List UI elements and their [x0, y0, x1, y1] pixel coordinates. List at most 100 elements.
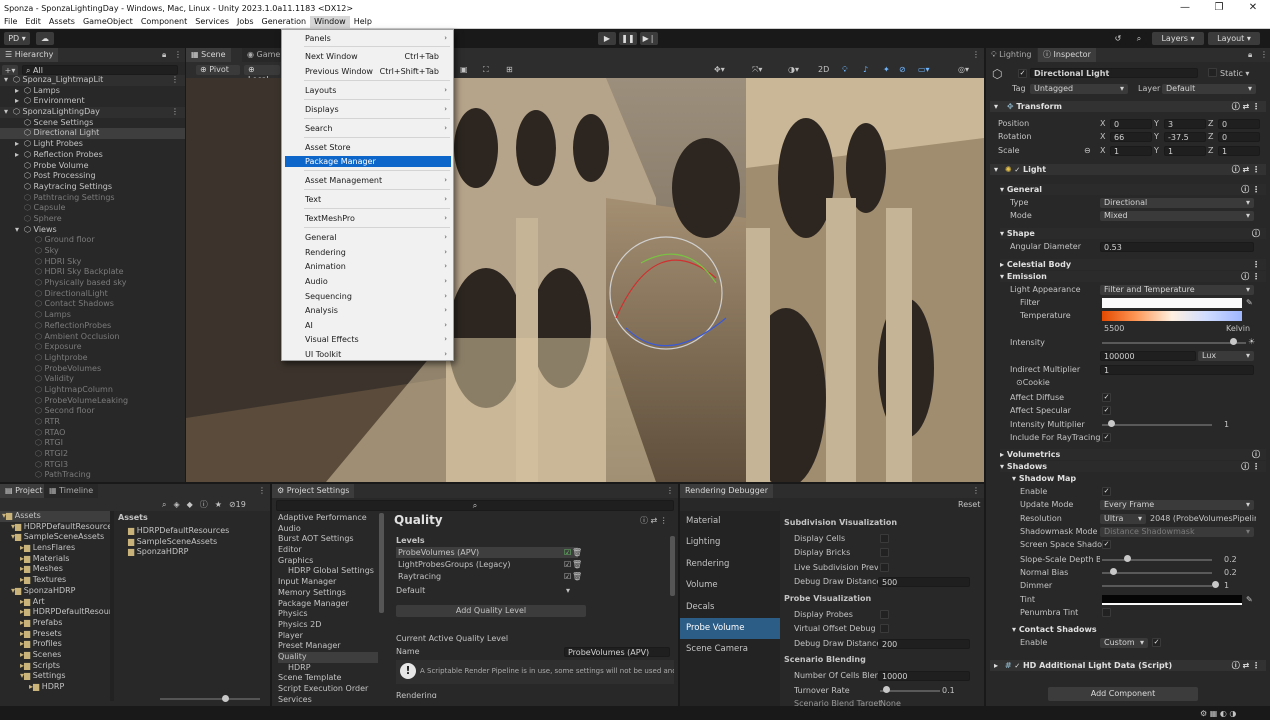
- grid-snap-icon[interactable]: ▣: [460, 65, 468, 74]
- contact-shadows-section[interactable]: ▾ Contact Shadows: [1012, 624, 1266, 635]
- debugger-nav-item[interactable]: Volume: [680, 575, 780, 596]
- debugger-nav-item[interactable]: Material: [680, 511, 780, 532]
- mode-2d-button[interactable]: 2D: [818, 65, 829, 74]
- category-scrollbar[interactable]: [379, 513, 384, 613]
- type-dropdown[interactable]: Directional ▾: [1100, 198, 1254, 208]
- level-row-2[interactable]: Raytracing ☑ 🗑︎: [396, 571, 582, 582]
- maximize-icon[interactable]: ❐: [1202, 0, 1236, 16]
- normal-bias-slider[interactable]: [1102, 572, 1212, 574]
- window-menu-item[interactable]: Visual Effects ›: [285, 334, 451, 345]
- hierarchy-item[interactable]: ⬡ Physically based sky: [0, 278, 185, 289]
- constrain-scale-icon[interactable]: ⊖: [1084, 145, 1091, 156]
- folder-item[interactable]: ▸▆ Materials: [0, 554, 112, 565]
- normal-bias-value[interactable]: 0.2: [1224, 567, 1237, 578]
- layer-dropdown[interactable]: Default ▾: [1162, 84, 1256, 94]
- inspector-more-icon[interactable]: ⋮: [1260, 50, 1268, 59]
- window-menu-item[interactable]: Analysis ›: [285, 305, 451, 316]
- expand-arrow-icon[interactable]: ▾: [4, 75, 13, 86]
- hierarchy-item[interactable]: ⬡ HDRI Sky Backplate: [0, 267, 185, 278]
- hierarchy-item[interactable]: ⬡ Capsule: [0, 203, 185, 214]
- folder-item[interactable]: ▾▆ SponzaHDRP: [0, 586, 112, 597]
- intensity-field[interactable]: 100000: [1100, 351, 1196, 361]
- settings-scrollbar[interactable]: [670, 536, 675, 596]
- spacer[interactable]: ▸: [15, 96, 24, 107]
- hierarchy-item[interactable]: ⬡ ProbeVolumes: [0, 364, 185, 375]
- position-z-field[interactable]: 0: [1218, 119, 1260, 129]
- shadow-map-section[interactable]: ▾ Shadow Map: [1012, 473, 1266, 484]
- level-row-1[interactable]: LightProbesGroups (Legacy) ☑ 🗑︎: [396, 559, 582, 570]
- folder-item[interactable]: ▸▆ Art: [0, 597, 112, 608]
- hierarchy-item[interactable]: ⬡ HDRI Sky: [0, 257, 185, 268]
- angular-diameter-field[interactable]: 0.53: [1100, 242, 1254, 252]
- debug-draw-distance-field-1[interactable]: 500: [878, 577, 970, 587]
- settings-category-item[interactable]: Audio: [278, 524, 378, 535]
- level-delete-icon[interactable]: 🗑︎: [572, 547, 582, 558]
- settings-category-item[interactable]: Editor: [278, 545, 378, 556]
- settings-category-item[interactable]: Physics 2D: [278, 620, 378, 631]
- local-dropdown[interactable]: ⊕ Local: [244, 65, 280, 84]
- window-menu-item[interactable]: Asset Management ›: [285, 175, 451, 186]
- scale-x-field[interactable]: 1: [1110, 146, 1152, 156]
- audio-toggle-icon[interactable]: ♪: [863, 65, 868, 74]
- update-mode-dropdown[interactable]: Every Frame ▾: [1100, 500, 1254, 510]
- hierarchy-item[interactable]: ⬡ RTGI: [0, 438, 185, 449]
- slope-scale-slider[interactable]: [1102, 559, 1212, 561]
- indirect-multiplier-field[interactable]: 1: [1100, 365, 1254, 375]
- folder-item[interactable]: ▸▆ Meshes: [0, 564, 112, 575]
- window-menu-item[interactable]: Search ›: [285, 123, 451, 134]
- celestial-body-section[interactable]: ▸ Celestial Body ⋮: [1000, 259, 1266, 270]
- display-bricks-checkbox[interactable]: [880, 548, 889, 557]
- hierarchy-item[interactable]: ⬡ RTAO: [0, 428, 185, 439]
- project-tree-scrollbar[interactable]: [110, 511, 114, 701]
- level-check-icon[interactable]: ☑: [564, 559, 571, 570]
- window-menu-item[interactable]: Previous Window Ctrl+Shift+Tab: [285, 66, 451, 77]
- add-component-button[interactable]: Add Component: [1048, 687, 1198, 701]
- window-menu-item[interactable]: Sequencing ›: [285, 291, 451, 302]
- window-menu-item[interactable]: Displays ›: [285, 104, 451, 115]
- penumbra-tint-checkbox[interactable]: [1102, 608, 1111, 617]
- turnover-handle[interactable]: [883, 686, 890, 693]
- level-check-icon[interactable]: ☑: [564, 547, 571, 558]
- debugger-nav-item[interactable]: Scene Camera: [680, 639, 780, 660]
- tag-dropdown[interactable]: Untagged ▾: [1030, 84, 1128, 94]
- spacer[interactable]: ▸: [15, 139, 24, 150]
- scale-z-field[interactable]: 1: [1218, 146, 1260, 156]
- tint-eyedropper-icon[interactable]: ✎: [1246, 594, 1253, 605]
- hierarchy-item[interactable]: ⬡ ReflectionProbes: [0, 321, 185, 332]
- layers-dropdown[interactable]: Layers ▾: [1152, 32, 1204, 45]
- settings-category-item[interactable]: Burst AOT Settings: [278, 534, 378, 545]
- window-menu-item[interactable]: Text ›: [285, 194, 451, 205]
- scene-more-icon[interactable]: ⋮: [171, 75, 179, 86]
- hierarchy-item[interactable]: ⬡ Ground floor: [0, 235, 185, 246]
- debugger-nav-item[interactable]: Lighting: [680, 532, 780, 553]
- folder-item[interactable]: ▸▆ Textures: [0, 575, 112, 586]
- search-icon[interactable]: ⌕: [1131, 32, 1147, 45]
- lock-icon[interactable]: 🔒︎: [162, 50, 166, 60]
- list-item[interactable]: ▆ SponzaHDRP: [128, 547, 229, 558]
- hierarchy-item[interactable]: ⬡ Lamps: [0, 310, 185, 321]
- project-search-icon[interactable]: ⌕: [162, 500, 166, 510]
- contact-enable-checkbox[interactable]: ✓: [1152, 638, 1161, 647]
- window-menu-item[interactable]: Layouts ›: [285, 85, 451, 96]
- scene-more-icon[interactable]: ⋮: [171, 107, 179, 118]
- filter-color-swatch[interactable]: [1102, 298, 1242, 308]
- settings-category-item[interactable]: Graphics: [278, 556, 378, 567]
- affect-diffuse-checkbox[interactable]: ✓: [1102, 393, 1111, 402]
- scale-y-field[interactable]: 1: [1164, 146, 1206, 156]
- object-name-field[interactable]: Directional Light: [1030, 68, 1198, 78]
- window-menu-item[interactable]: General ›: [285, 232, 451, 243]
- volumetrics-section[interactable]: ▸ Volumetrics ⓘ: [1000, 449, 1266, 460]
- light-header[interactable]: ▾ ✺ ✓ Light ⓘ ⇄ ⋮: [990, 164, 1266, 175]
- settings-category-item[interactable]: Services: [278, 695, 378, 706]
- expand-arrow-icon[interactable]: ▾: [4, 107, 13, 118]
- dimmer-handle[interactable]: [1212, 581, 1219, 588]
- folder-item[interactable]: ▸▆ LensFlares: [0, 543, 112, 554]
- hierarchy-item[interactable]: ⬡ Scene Settings: [0, 118, 185, 129]
- live-subdivision-checkbox[interactable]: [880, 563, 889, 572]
- hierarchy-item[interactable]: ▸ ⬡ Lamps: [0, 86, 185, 97]
- status-icons[interactable]: ⚙ ▦ ◐ ◑: [1200, 709, 1236, 718]
- temperature-gradient-slider[interactable]: [1102, 311, 1242, 321]
- folder-item[interactable]: ▸▆ Prefabs: [0, 618, 112, 629]
- display-probes-checkbox[interactable]: [880, 610, 889, 619]
- level-row-0[interactable]: ProbeVolumes (APV) ☑ 🗑︎: [396, 547, 582, 558]
